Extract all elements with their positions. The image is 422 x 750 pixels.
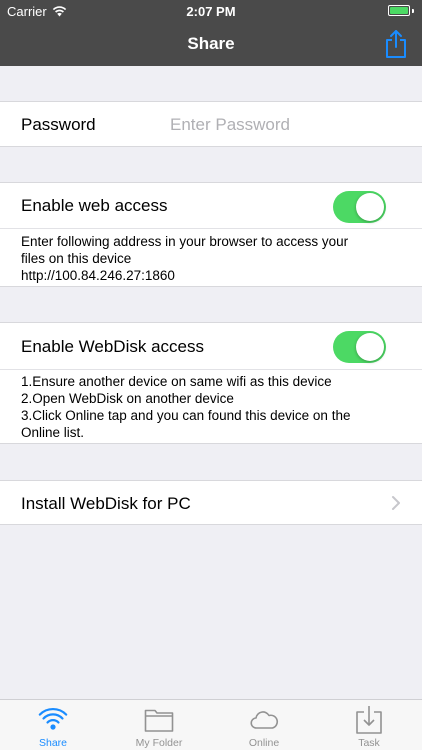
tab-label: Task [358, 737, 380, 749]
tab-share[interactable]: Share [0, 700, 106, 750]
password-row: Password [0, 101, 422, 147]
web-access-label: Enable web access [21, 196, 168, 215]
status-bar: Carrier 2:07 PM [0, 0, 422, 22]
webdisk-access-group: Enable WebDisk access 1.Ensure another d… [0, 322, 422, 444]
tab-bar: Share My Folder Online Task [0, 699, 422, 750]
folder-icon [144, 709, 174, 732]
tab-label: Share [38, 737, 68, 749]
install-webdisk-label: Install WebDisk for PC [21, 494, 191, 513]
download-tray-icon [356, 706, 382, 734]
install-webdisk-row[interactable]: Install WebDisk for PC [0, 480, 422, 525]
page-title: Share [187, 34, 235, 53]
wifi-icon [38, 708, 68, 730]
web-access-description: Enter following address in your browser … [21, 233, 411, 284]
web-access-toggle[interactable] [333, 191, 386, 223]
chevron-right-icon [392, 496, 400, 510]
tab-label: My Folder [135, 737, 183, 749]
share-icon[interactable] [382, 28, 410, 60]
password-input[interactable] [170, 114, 400, 136]
cloud-icon [250, 711, 279, 729]
password-label: Password [21, 115, 96, 134]
tab-online[interactable]: Online [211, 700, 317, 750]
navigation-bar: Share [0, 22, 422, 66]
web-access-group: Enable web access Enter following addres… [0, 182, 422, 287]
battery-icon [388, 5, 414, 16]
status-time: 2:07 PM [186, 4, 236, 19]
tab-task[interactable]: Task [316, 700, 422, 750]
tab-my-folder[interactable]: My Folder [106, 700, 212, 750]
webdisk-access-toggle[interactable] [333, 331, 386, 363]
web-access-address: http://100.84.246.27:1860 [21, 268, 175, 283]
webdisk-instructions: 1.Ensure another device on same wifi as … [21, 374, 351, 440]
tab-label: Online [248, 737, 280, 749]
webdisk-access-label: Enable WebDisk access [21, 337, 204, 356]
